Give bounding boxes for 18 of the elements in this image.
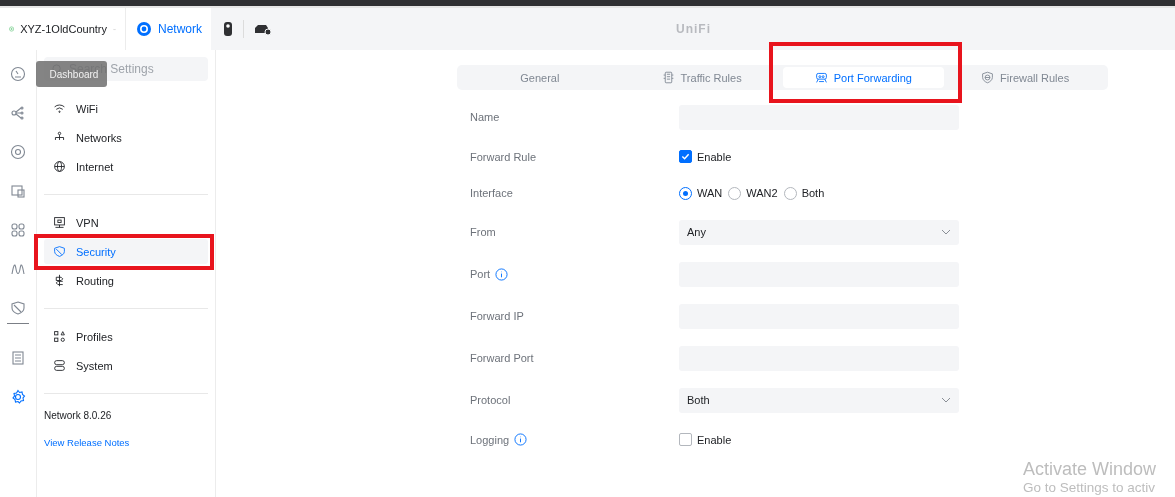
field-label: Protocol	[470, 394, 511, 406]
radio-label: WAN2	[746, 187, 778, 199]
version-text: Network 8.0.26	[44, 410, 113, 421]
activation-text: Go to Settings to activ	[1023, 480, 1157, 495]
field-label: Forward Port	[470, 352, 534, 364]
radio-label: WAN	[697, 187, 723, 199]
radio-label: Both	[801, 187, 825, 199]
field-label: Forward Rule	[470, 150, 537, 163]
field-label: From	[470, 226, 496, 238]
field-label: Interface	[470, 187, 513, 199]
field-label: Logging	[470, 433, 510, 446]
checkbox-label: Enable	[697, 433, 732, 446]
checkbox-label: Enable	[697, 150, 732, 163]
activation-title: Activate Window	[1023, 459, 1157, 480]
field-label: Port	[470, 268, 491, 280]
field-label: Name	[470, 111, 500, 123]
field-label: Forward IP	[470, 310, 524, 322]
brand-logo: UniFi	[676, 22, 711, 36]
